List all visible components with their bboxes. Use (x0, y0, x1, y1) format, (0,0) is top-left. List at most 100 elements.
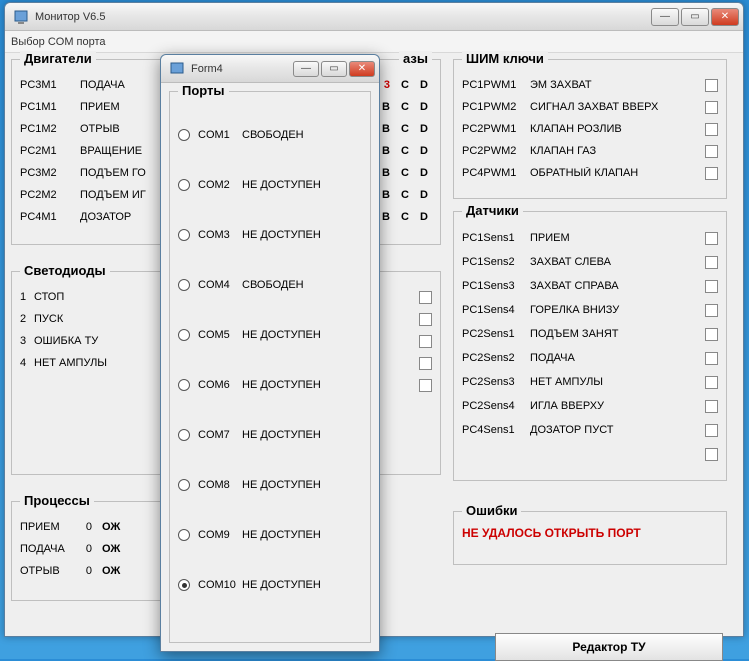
port-radio-row[interactable]: COM3НЕ ДОСТУПЕН (178, 210, 362, 260)
group-sensors: Датчики PC1Sens1ПРИЕМPC1Sens2ЗАХВАТ СЛЕВ… (453, 211, 727, 481)
pwm-label: СИГНАЛ ЗАХВАТ ВВЕРХ (530, 101, 705, 113)
engine-code: PC2M1 (20, 145, 80, 157)
sensor-checkbox[interactable] (705, 400, 718, 413)
group-errors: Ошибки НЕ УДАЛОСЬ ОТКРЫТЬ ПОРТ (453, 511, 727, 565)
port-radio-row[interactable]: COM1СВОБОДЕН (178, 110, 362, 160)
led-index: 3 (20, 335, 34, 347)
sensor-label: ПРИЕМ (530, 232, 705, 244)
port-state: НЕ ДОСТУПЕН (242, 579, 321, 591)
menubar: Выбор COM порта (5, 31, 743, 53)
sensor-code: PC2Sens4 (462, 400, 530, 412)
sensor-code: PC1Sens1 (462, 232, 530, 244)
port-radio-row[interactable]: COM6НЕ ДОСТУПЕН (178, 360, 362, 410)
port-radio[interactable] (178, 379, 190, 391)
phase-letters: 3 C D (384, 79, 432, 91)
legend-ports: Порты (178, 83, 229, 98)
sensor-checkbox[interactable] (705, 424, 718, 437)
sensor-checkbox[interactable] (705, 352, 718, 365)
legend-leds: Светодиоды (20, 263, 110, 278)
sensor-checkbox[interactable] (705, 328, 718, 341)
group-pwm: ШИМ ключи PC1PWM1ЭМ ЗАХВАТPC1PWM2СИГНАЛ … (453, 59, 727, 199)
dialog-form4: Form4 — ▭ ✕ Порты COM1СВОБОДЕНCOM2НЕ ДОС… (160, 54, 380, 652)
maximize-button[interactable]: ▭ (681, 8, 709, 26)
sensor-row: PC2Sens3НЕТ АМПУЛЫ (462, 370, 718, 394)
close-button[interactable]: ✕ (711, 8, 739, 26)
minimize-button[interactable]: — (651, 8, 679, 26)
pwm-row: PC1PWM2СИГНАЛ ЗАХВАТ ВВЕРХ (462, 96, 718, 118)
sensor-label: ПОДЪЕМ ЗАНЯТ (530, 328, 705, 340)
sensor-checkbox[interactable] (705, 256, 718, 269)
dialog-body: Порты COM1СВОБОДЕНCOM2НЕ ДОСТУПЕНCOM3НЕ … (161, 83, 379, 651)
sensor-code: PC4Sens1 (462, 424, 530, 436)
legend-errors: Ошибки (462, 503, 521, 518)
dialog-minimize-button[interactable]: — (293, 61, 319, 77)
sensor-row: PC1Sens3ЗАХВАТ СПРАВА (462, 274, 718, 298)
engine-code: PC3M2 (20, 167, 80, 179)
led-checkbox[interactable] (419, 335, 432, 348)
port-radio-row[interactable]: COM2НЕ ДОСТУПЕН (178, 160, 362, 210)
led-checkbox[interactable] (419, 379, 432, 392)
port-code: COM5 (198, 329, 242, 341)
sensor-checkbox[interactable] (705, 304, 718, 317)
sensor-checkbox[interactable] (705, 232, 718, 245)
menu-item-comport[interactable]: Выбор COM порта (11, 36, 106, 48)
phase-letters: B C D (382, 101, 432, 113)
sensor-checkbox[interactable] (705, 280, 718, 293)
pwm-label: КЛАПАН ГАЗ (530, 145, 705, 157)
process-state: ОЖ (102, 565, 120, 577)
sensor-row: PC1Sens4ГОРЕЛКА ВНИЗУ (462, 298, 718, 322)
port-radio[interactable] (178, 329, 190, 341)
port-radio[interactable] (178, 479, 190, 491)
titlebar[interactable]: Монитор V6.5 — ▭ ✕ (5, 3, 743, 31)
port-code: COM8 (198, 479, 242, 491)
port-code: COM10 (198, 579, 242, 591)
pwm-checkbox[interactable] (705, 123, 718, 136)
sensor-code: PC1Sens2 (462, 256, 530, 268)
port-code: COM7 (198, 429, 242, 441)
pwm-checkbox[interactable] (705, 79, 718, 92)
port-state: НЕ ДОСТУПЕН (242, 179, 321, 191)
dialog-maximize-button[interactable]: ▭ (321, 61, 347, 77)
app-icon (13, 9, 29, 25)
dialog-titlebar[interactable]: Form4 — ▭ ✕ (161, 55, 379, 83)
port-radio[interactable] (178, 529, 190, 541)
port-radio[interactable] (178, 279, 190, 291)
editor-tu-button[interactable]: Редактор ТУ (495, 633, 723, 661)
port-radio-row[interactable]: COM9НЕ ДОСТУПЕН (178, 510, 362, 560)
phase-letters: B C D (382, 167, 432, 179)
sensor-code: PC2Sens2 (462, 352, 530, 364)
port-code: COM1 (198, 129, 242, 141)
pwm-checkbox[interactable] (705, 101, 718, 114)
legend-processes: Процессы (20, 493, 94, 508)
sensor-row: PC1Sens2ЗАХВАТ СЛЕВА (462, 250, 718, 274)
led-checkbox[interactable] (419, 357, 432, 370)
port-radio[interactable] (178, 579, 190, 591)
pwm-checkbox[interactable] (705, 167, 718, 180)
sensor-checkbox[interactable] (705, 376, 718, 389)
pwm-code: PC1PWM2 (462, 101, 530, 113)
dialog-title: Form4 (191, 63, 291, 75)
port-radio[interactable] (178, 129, 190, 141)
dialog-close-button[interactable]: ✕ (349, 61, 375, 77)
port-radio-row[interactable]: COM7НЕ ДОСТУПЕН (178, 410, 362, 460)
pwm-checkbox[interactable] (705, 145, 718, 158)
port-radio[interactable] (178, 229, 190, 241)
pwm-code: PC2PWM2 (462, 145, 530, 157)
process-name: ОТРЫВ (20, 565, 78, 577)
engine-code: PC2M2 (20, 189, 80, 201)
led-checkbox[interactable] (419, 291, 432, 304)
pwm-code: PC4PWM1 (462, 167, 530, 179)
port-state: СВОБОДЕН (242, 129, 304, 141)
port-radio-row[interactable]: COM4СВОБОДЕН (178, 260, 362, 310)
process-value: 0 (78, 565, 92, 577)
port-radio-row[interactable]: COM10НЕ ДОСТУПЕН (178, 560, 362, 610)
port-state: НЕ ДОСТУПЕН (242, 429, 321, 441)
port-code: COM9 (198, 529, 242, 541)
port-radio-row[interactable]: COM8НЕ ДОСТУПЕН (178, 460, 362, 510)
sensor-checkbox[interactable] (705, 448, 718, 461)
led-checkbox[interactable] (419, 313, 432, 326)
port-radio[interactable] (178, 429, 190, 441)
port-radio-row[interactable]: COM5НЕ ДОСТУПЕН (178, 310, 362, 360)
pwm-code: PC2PWM1 (462, 123, 530, 135)
port-radio[interactable] (178, 179, 190, 191)
